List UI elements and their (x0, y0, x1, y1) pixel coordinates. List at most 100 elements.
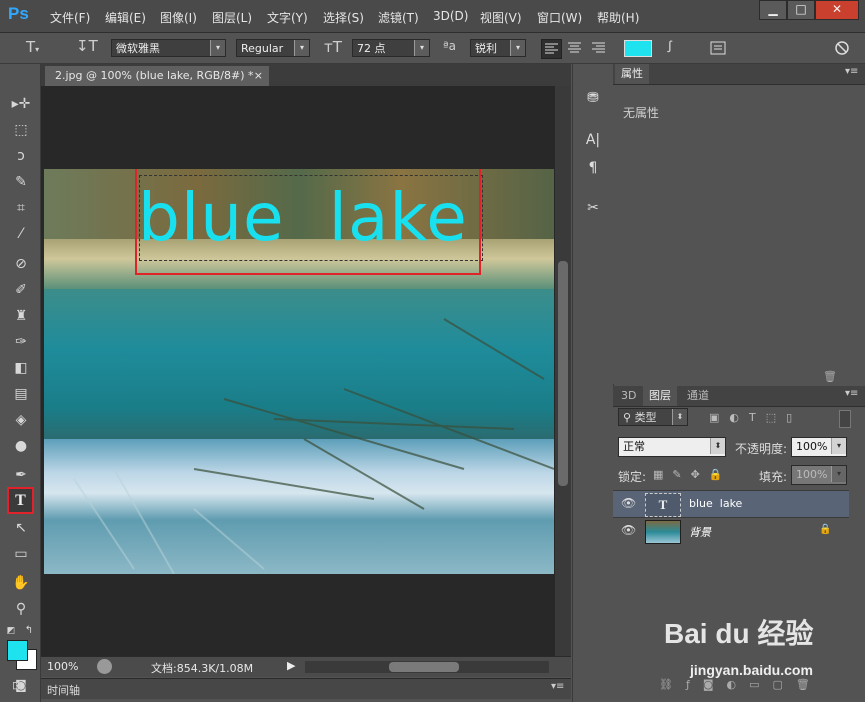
antialias-select[interactable]: 锐利 ▾ (470, 39, 526, 57)
timeline-menu-icon[interactable]: ▾≡ (551, 681, 564, 692)
menu-image[interactable]: 图像(I) (160, 9, 197, 26)
blend-mode-select[interactable]: 正常 ⬍ (618, 437, 726, 457)
layer-name[interactable]: blue lake (689, 497, 742, 510)
text-orientation-icon[interactable]: ↧T (76, 37, 98, 55)
menu-help[interactable]: 帮助(H) (597, 9, 639, 26)
vertical-scrollbar[interactable] (555, 86, 571, 656)
font-family-select[interactable]: 微软雅黑 ▾ (111, 39, 226, 57)
dodge-tool-icon[interactable]: ● (10, 437, 32, 455)
lock-label: 锁定: (618, 470, 647, 484)
zoom-level[interactable]: 100% (47, 660, 78, 673)
type-tool-preset-icon[interactable]: T▾ (26, 38, 39, 56)
fill-field[interactable]: 100% ▾ (791, 465, 847, 485)
document-image[interactable]: blue lake (44, 169, 554, 574)
paragraph-panel-icon[interactable]: ¶ (583, 160, 603, 180)
canvas-text-layer[interactable]: blue lake (138, 179, 468, 256)
swap-colors-icon[interactable]: ↰ (22, 622, 36, 640)
horizontal-scrollbar[interactable] (305, 661, 549, 673)
filter-search-icon: ⚲ (623, 411, 635, 424)
warp-text-icon[interactable]: ꭍ (667, 37, 672, 57)
baidu-watermark-logo: Bai du 经验 (664, 618, 814, 649)
lock-option-icons[interactable]: ▦✎✥🔒 (653, 468, 732, 481)
marquee-tool-icon[interactable]: ⬚ (10, 121, 32, 139)
canvas-area[interactable]: blue lake (41, 86, 571, 656)
move-tool-icon[interactable]: ▸✛ (10, 95, 32, 113)
close-button[interactable]: ✕ (815, 0, 859, 20)
lasso-tool-icon[interactable]: ↄ (10, 147, 32, 165)
hand-tool-icon[interactable]: ✋ (10, 574, 32, 592)
text-color-swatch[interactable] (624, 40, 652, 57)
maximize-button[interactable]: □ (787, 0, 815, 20)
minimize-button[interactable]: ▁ (759, 0, 787, 20)
zoom-tool-icon[interactable]: ⚲ (10, 600, 32, 618)
foreground-color-swatch[interactable] (7, 640, 28, 661)
layer-panel-footer-icons[interactable]: ⛓ƒ◙◐▭▢🗑 (659, 678, 823, 691)
tab-3d[interactable]: 3D (615, 386, 642, 406)
tab-channels[interactable]: 通道 (681, 386, 715, 406)
rectangle-tool-icon[interactable]: ▭ (10, 545, 32, 563)
tool-presets-panel-icon[interactable]: ✂ (583, 200, 603, 220)
properties-panel-header: 属性 ▾≡ (613, 64, 865, 85)
font-style-select[interactable]: Regular ▾ (236, 39, 310, 57)
properties-tab[interactable]: 属性 (615, 64, 649, 84)
align-left-button[interactable] (541, 39, 562, 59)
antialias-icon: ªa (443, 39, 457, 53)
menu-file[interactable]: 文件(F) (50, 9, 90, 26)
document-tab-title: 2.jpg @ 100% (blue lake, RGB/8#) * (55, 69, 254, 82)
eraser-tool-icon[interactable]: ◧ (10, 359, 32, 377)
crop-tool-icon[interactable]: ⌗ (10, 199, 32, 217)
layer-row-background[interactable]: 👁 背景 🔒 (613, 517, 849, 544)
menu-type[interactable]: 文字(Y) (267, 9, 308, 26)
status-info-icon[interactable] (97, 659, 112, 674)
quick-selection-tool-icon[interactable]: ✎ (10, 173, 32, 191)
visibility-eye-icon[interactable]: 👁 (621, 496, 636, 510)
layer-name[interactable]: 背景 (689, 524, 711, 540)
vertical-scroll-thumb[interactable] (558, 261, 568, 486)
history-brush-tool-icon[interactable]: ✑ (10, 333, 32, 351)
document-tab[interactable]: 2.jpg @ 100% (blue lake, RGB/8#) * × (45, 66, 269, 86)
properties-menu-icon[interactable]: ▾≡ (845, 66, 858, 77)
eyedropper-tool-icon[interactable]: ⁄ (10, 225, 32, 243)
menu-edit[interactable]: 编辑(E) (105, 9, 146, 26)
blur-tool-icon[interactable]: ◈ (10, 411, 32, 429)
type-tool-icon[interactable]: T (7, 487, 34, 514)
healing-brush-tool-icon[interactable]: ⊘ (10, 255, 32, 273)
properties-trash-icon[interactable]: 🗑 (823, 370, 837, 383)
screen-mode-icon[interactable]: ⊡ (12, 679, 21, 692)
tools-panel: ▸✛ ⬚ ↄ ✎ ⌗ ⁄ ⊘ ✐ ♜ ✑ ◧ ▤ ◈ ● ✒ T ↖ ▭ ✋ ⚲… (0, 64, 41, 702)
visibility-eye-icon[interactable]: 👁 (621, 523, 636, 537)
opacity-field[interactable]: 100% ▾ (791, 437, 847, 457)
layer-filter-select[interactable]: ⚲ 类型 ⬍ (618, 408, 688, 426)
align-center-button[interactable] (565, 39, 584, 57)
cancel-edit-icon[interactable] (833, 39, 851, 57)
menu-3d[interactable]: 3D(D) (433, 9, 468, 23)
path-selection-tool-icon[interactable]: ↖ (10, 519, 32, 537)
default-colors-icon[interactable]: ◩ (4, 622, 18, 640)
pen-tool-icon[interactable]: ✒ (10, 466, 32, 484)
clone-source-panel-icon[interactable]: ⛃ (583, 90, 603, 110)
filter-toggle[interactable] (839, 410, 851, 428)
character-panel-icon[interactable]: A| (583, 132, 603, 152)
layer-row-text[interactable]: 👁 T blue lake (613, 490, 849, 517)
status-menu-arrow-icon[interactable]: ▶ (287, 659, 295, 672)
menu-bar: Ps 文件(F) 编辑(E) 图像(I) 图层(L) 文字(Y) 选择(S) 滤… (0, 0, 865, 33)
menu-window[interactable]: 窗口(W) (537, 9, 582, 26)
text-layer-thumbnail-icon: T (645, 493, 681, 517)
clone-stamp-tool-icon[interactable]: ♜ (10, 307, 32, 325)
character-panel-toggle-icon[interactable] (709, 39, 727, 57)
menu-filter[interactable]: 滤镜(T) (378, 9, 419, 26)
menu-select[interactable]: 选择(S) (323, 9, 364, 26)
watermark-url: jingyan.baidu.com (690, 662, 813, 678)
menu-layer[interactable]: 图层(L) (212, 9, 252, 26)
close-tab-icon[interactable]: × (254, 66, 263, 86)
layers-menu-icon[interactable]: ▾≡ (845, 388, 858, 399)
tab-layers[interactable]: 图层 (643, 386, 677, 406)
horizontal-scroll-thumb[interactable] (389, 662, 459, 672)
menu-view[interactable]: 视图(V) (480, 9, 522, 26)
timeline-label[interactable]: 时间轴 (47, 682, 80, 698)
layer-filter-icons[interactable]: ▣◐T⬚▯ (709, 411, 802, 424)
font-size-select[interactable]: 72 点 ▾ (352, 39, 430, 57)
align-right-button[interactable] (589, 39, 608, 57)
brush-tool-icon[interactable]: ✐ (10, 281, 32, 299)
gradient-tool-icon[interactable]: ▤ (10, 385, 32, 403)
